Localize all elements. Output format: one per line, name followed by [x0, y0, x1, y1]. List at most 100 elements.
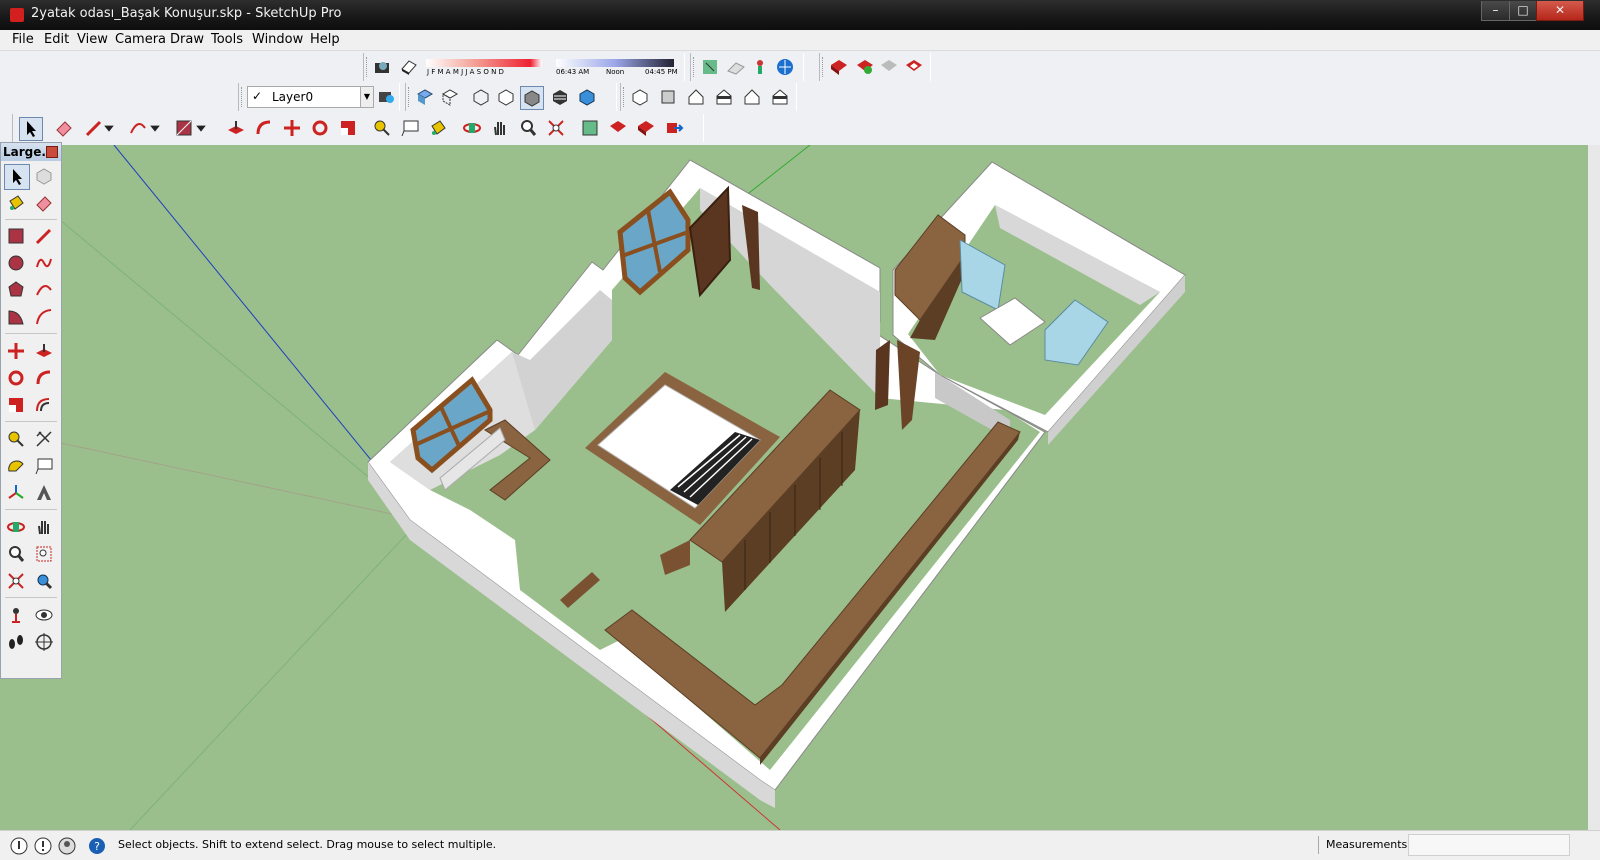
user-account-icon[interactable] [56, 835, 78, 857]
share-component-tool-icon[interactable] [663, 117, 685, 139]
arc-icon[interactable] [32, 278, 56, 302]
menu-file[interactable]: File [12, 32, 34, 47]
bathroom-door[interactable] [875, 340, 890, 410]
extension-green-icon[interactable] [854, 56, 876, 78]
palette-close-button[interactable] [46, 146, 58, 158]
extension-gray-icon[interactable] [878, 56, 900, 78]
time-slider[interactable] [556, 59, 674, 67]
xray-icon[interactable] [414, 86, 436, 108]
line-tool-icon[interactable] [83, 117, 105, 139]
scale-icon[interactable] [4, 393, 28, 417]
minimize-button[interactable]: – [1481, 1, 1510, 21]
3d-text-icon[interactable] [32, 481, 56, 505]
date-slider[interactable] [426, 59, 542, 67]
measurements-input[interactable] [1408, 834, 1570, 856]
rotate-icon[interactable] [4, 366, 28, 390]
line-icon[interactable] [32, 224, 56, 248]
toggle-terrain-icon[interactable] [725, 56, 747, 78]
zoom-extents-icon[interactable] [4, 569, 28, 593]
shaded-icon[interactable] [520, 86, 544, 110]
circle-icon[interactable] [4, 251, 28, 275]
pie-icon[interactable] [4, 305, 28, 329]
viewport-scrollbar[interactable] [1588, 145, 1600, 830]
hidden-line-icon[interactable] [495, 86, 517, 108]
credits-icon[interactable] [32, 835, 54, 857]
drawing-viewport[interactable] [0, 145, 1600, 830]
text-icon[interactable] [32, 454, 56, 478]
layer-manager-icon[interactable] [375, 86, 397, 108]
arc-tool-icon[interactable] [127, 117, 149, 139]
pan-icon[interactable] [32, 515, 56, 539]
shadow-settings-icon[interactable] [372, 56, 394, 78]
instructor-help-icon[interactable]: ? [86, 835, 108, 857]
toolbar-grip[interactable] [693, 57, 697, 77]
sketchup-app-icon[interactable] [10, 8, 24, 22]
freehand-icon[interactable] [32, 251, 56, 275]
follow-me-icon[interactable] [32, 366, 56, 390]
toolbar-grip[interactable] [822, 57, 826, 77]
front-view-icon[interactable] [685, 86, 707, 108]
pan-tool-icon[interactable] [489, 117, 511, 139]
eraser-tool-icon[interactable] [53, 117, 75, 139]
toolbar-grip[interactable] [623, 87, 627, 107]
extension-ruby-icon[interactable] [903, 56, 925, 78]
shaded-textures-icon[interactable] [549, 86, 571, 108]
share-model-tool-icon[interactable] [635, 117, 657, 139]
component-icon[interactable] [32, 164, 56, 188]
dimension-icon[interactable] [32, 427, 56, 451]
tape-measure-icon[interactable] [4, 427, 28, 451]
share-model-icon[interactable] [774, 56, 796, 78]
right-view-icon[interactable] [713, 86, 735, 108]
menu-window[interactable]: Window [252, 32, 303, 47]
rectangle-icon[interactable] [4, 224, 28, 248]
tape-measure-tool-icon[interactable] [371, 117, 393, 139]
position-camera-icon[interactable] [4, 603, 28, 627]
move-tool-icon[interactable] [281, 117, 303, 139]
arc-dropdown-arrow[interactable] [149, 117, 161, 139]
push-pull-tool-icon[interactable] [225, 117, 247, 139]
section-plane-icon[interactable] [32, 630, 56, 654]
menu-edit[interactable]: Edit [44, 32, 69, 47]
rotate-tool-icon[interactable] [309, 117, 331, 139]
house-model[interactable] [367, 159, 1186, 808]
text-tool-icon[interactable] [399, 117, 421, 139]
top-view-icon[interactable] [657, 86, 679, 108]
geo-location-icon[interactable] [8, 835, 30, 857]
zoom-window-icon[interactable] [32, 542, 56, 566]
scale-tool-icon[interactable] [337, 117, 359, 139]
add-location-icon[interactable] [699, 56, 721, 78]
menu-view[interactable]: View [77, 32, 108, 47]
zoom-tool-icon[interactable] [517, 117, 539, 139]
shape-dropdown-arrow[interactable] [195, 117, 207, 139]
zoom-extents-tool-icon[interactable] [545, 117, 567, 139]
line-dropdown-arrow[interactable] [103, 117, 115, 139]
polygon-icon[interactable] [4, 278, 28, 302]
protractor-icon[interactable] [4, 454, 28, 478]
get-models-icon[interactable] [749, 56, 771, 78]
iso-view-icon[interactable] [629, 86, 651, 108]
extension-red-icon[interactable] [828, 56, 850, 78]
rectangle-tool-icon[interactable] [173, 117, 195, 139]
display-shadows-icon[interactable] [398, 56, 420, 78]
zoom-icon[interactable] [4, 542, 28, 566]
eraser-icon[interactable] [32, 191, 56, 215]
paint-bucket-icon[interactable] [4, 191, 28, 215]
menu-help[interactable]: Help [310, 32, 340, 47]
get-models-tool-icon[interactable] [607, 117, 629, 139]
close-button[interactable]: ✕ [1536, 1, 1584, 21]
menu-camera[interactable]: Camera [115, 32, 166, 47]
menu-draw[interactable]: Draw [170, 32, 204, 47]
model-canvas[interactable] [0, 145, 1600, 830]
offset-icon[interactable] [32, 393, 56, 417]
select-icon[interactable] [4, 164, 30, 190]
look-around-icon[interactable] [32, 603, 56, 627]
toolbar-grip[interactable] [366, 57, 370, 77]
wireframe-icon[interactable] [470, 86, 492, 108]
walk-icon[interactable] [4, 630, 28, 654]
orbit-icon[interactable] [4, 515, 28, 539]
orbit-tool-icon[interactable] [461, 117, 483, 139]
two-point-arc-icon[interactable] [32, 305, 56, 329]
follow-me-tool-icon[interactable] [253, 117, 275, 139]
select-tool-icon[interactable] [19, 117, 43, 141]
large-toolset-palette[interactable]: Large... [0, 142, 62, 679]
